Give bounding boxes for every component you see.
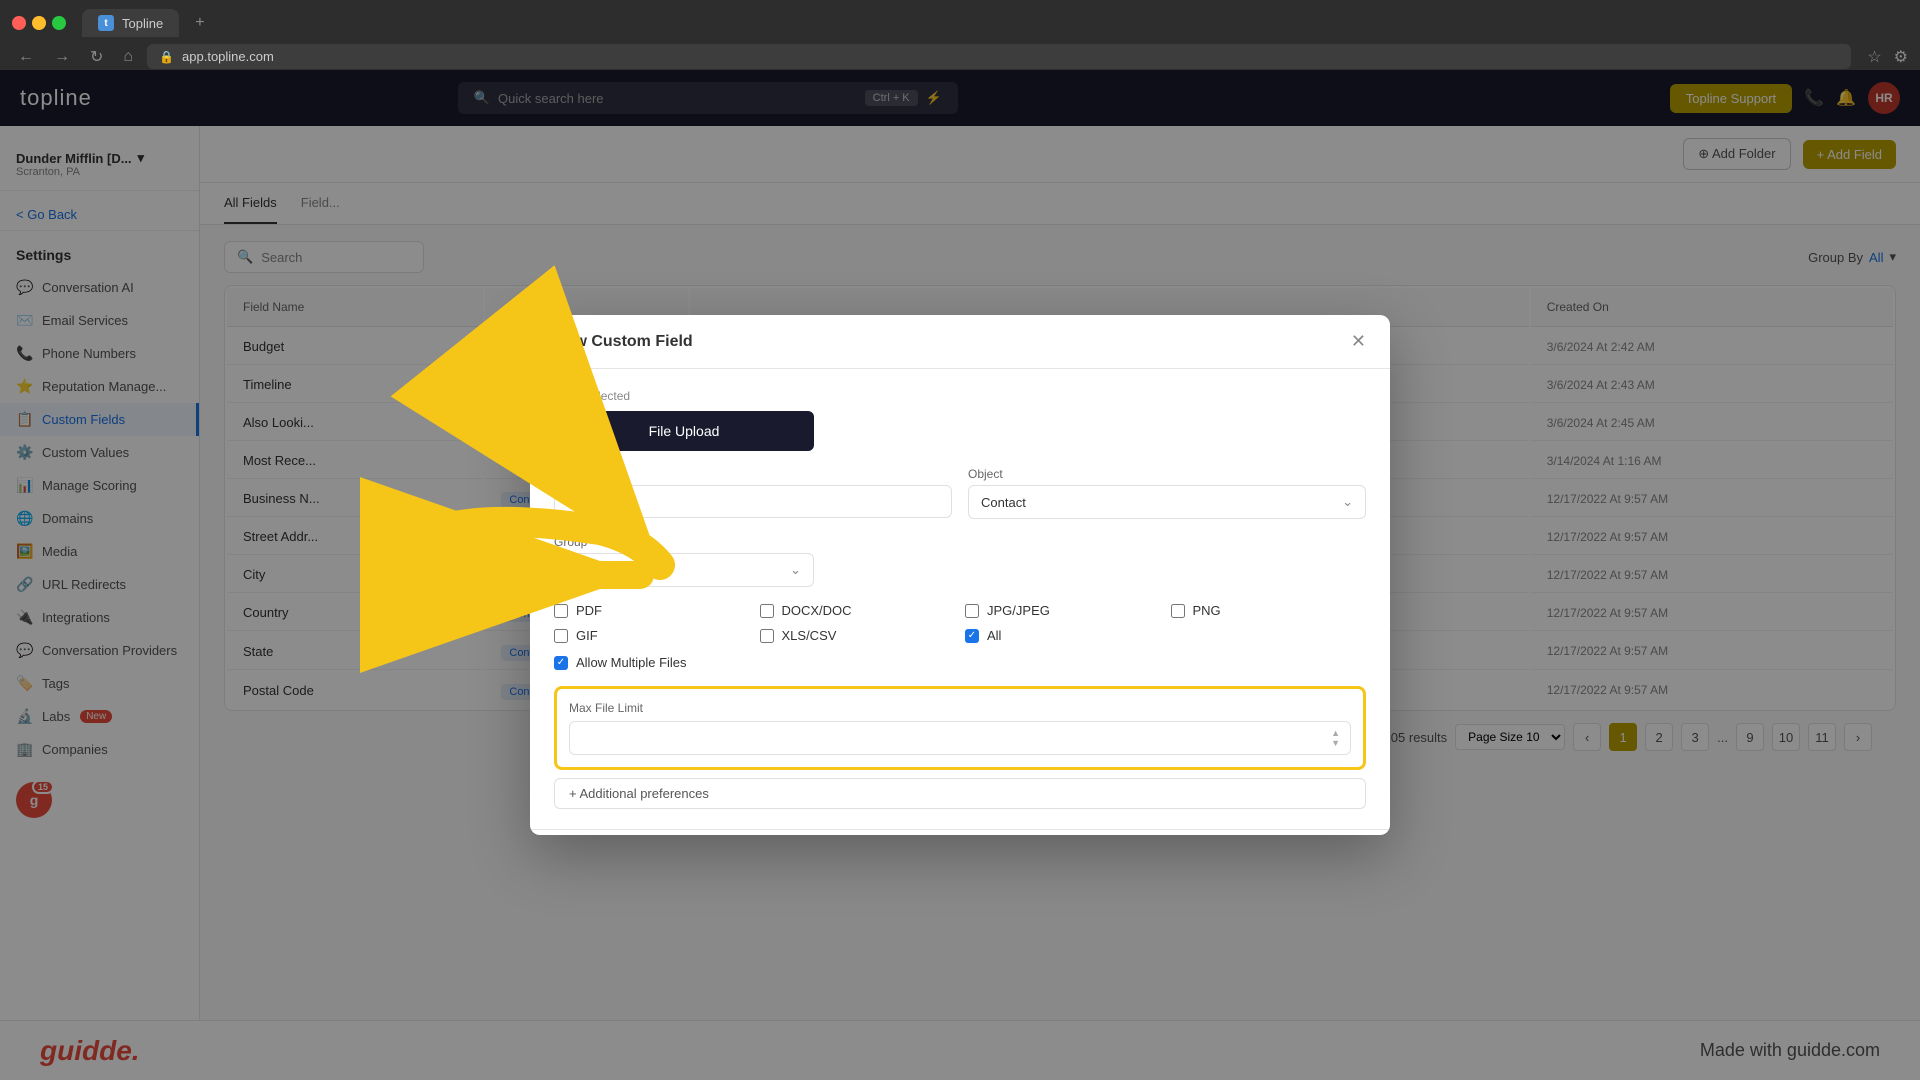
pdf-label: PDF xyxy=(576,603,602,618)
stepper-arrows[interactable]: ▲ ▼ xyxy=(1331,728,1340,748)
group-label: Group xyxy=(554,535,814,549)
checkbox-gif[interactable]: GIF xyxy=(554,628,750,643)
file-type-checkboxes: PDF DOCX/DOC JPG/JPEG PNG GIF xyxy=(554,603,1366,643)
chevron-down-icon: ⌄ xyxy=(1342,494,1353,510)
allow-multiple-label: Allow Multiple Files xyxy=(576,655,687,670)
group-select[interactable]: Additional Inf... ⌄ xyxy=(554,553,814,587)
modal-title: New Custom Field xyxy=(554,333,693,351)
group-group: Group Additional Inf... ⌄ xyxy=(554,535,814,587)
home-button[interactable]: ⌂ xyxy=(117,46,139,68)
modal-footer: Back Save xyxy=(530,829,1390,835)
modal-body: Field Selected File Upload Name Object C… xyxy=(530,369,1390,829)
gif-checkbox[interactable] xyxy=(554,629,568,643)
object-select[interactable]: Contact ⌄ xyxy=(968,485,1366,519)
traffic-light-yellow[interactable] xyxy=(32,16,46,30)
checkbox-docx[interactable]: DOCX/DOC xyxy=(760,603,956,618)
pdf-checkbox[interactable] xyxy=(554,604,568,618)
new-tab-button[interactable]: + xyxy=(187,8,212,38)
chevron-down-icon: ⌄ xyxy=(790,562,801,578)
tab-favicon: t xyxy=(98,15,114,31)
field-selected-label: Field Selected xyxy=(554,389,1366,403)
url-text: app.topline.com xyxy=(182,49,274,64)
back-button[interactable]: ← xyxy=(12,46,40,68)
traffic-light-red[interactable] xyxy=(12,16,26,30)
allow-multiple-row: ✓ Allow Multiple Files xyxy=(554,655,1366,670)
name-object-row: Name Object Contact ⌄ xyxy=(554,467,1366,519)
forward-button[interactable]: → xyxy=(48,46,76,68)
jpg-checkbox[interactable] xyxy=(965,604,979,618)
xls-checkbox[interactable] xyxy=(760,629,774,643)
checkbox-pdf[interactable]: PDF xyxy=(554,603,750,618)
tab-title: Topline xyxy=(122,16,163,31)
max-file-limit-input[interactable] xyxy=(580,731,1331,746)
checkbox-all[interactable]: ✓ All xyxy=(965,628,1161,643)
checkbox-png[interactable]: PNG xyxy=(1171,603,1367,618)
png-checkbox[interactable] xyxy=(1171,604,1185,618)
new-custom-field-modal: New Custom Field ✕ Field Selected File U… xyxy=(530,315,1390,835)
allow-multiple-checkbox[interactable]: ✓ xyxy=(554,656,568,670)
modal-overlay: New Custom Field ✕ Field Selected File U… xyxy=(0,70,1920,1080)
jpg-label: JPG/JPEG xyxy=(987,603,1050,618)
bookmark-icon[interactable]: ☆ xyxy=(1867,47,1881,67)
checkbox-jpg[interactable]: JPG/JPEG xyxy=(965,603,1161,618)
additional-preferences-button[interactable]: + Additional preferences xyxy=(554,778,1366,809)
name-group: Name xyxy=(554,467,952,519)
file-upload-button[interactable]: File Upload xyxy=(554,411,814,451)
name-label: Name xyxy=(554,467,952,481)
modal-close-button[interactable]: ✕ xyxy=(1351,331,1366,352)
max-file-limit-label: Max File Limit xyxy=(569,701,1351,715)
extensions-icon[interactable]: ⚙ xyxy=(1894,47,1908,67)
lock-icon: 🔒 xyxy=(159,50,174,64)
address-bar[interactable]: 🔒 app.topline.com xyxy=(147,44,1851,69)
reload-button[interactable]: ↻ xyxy=(84,45,109,69)
max-file-limit-box: Max File Limit ▲ ▼ xyxy=(554,686,1366,770)
docx-checkbox[interactable] xyxy=(760,604,774,618)
object-value: Contact xyxy=(981,495,1026,510)
name-input[interactable] xyxy=(554,485,952,518)
docx-label: DOCX/DOC xyxy=(782,603,852,618)
checkbox-xls[interactable]: XLS/CSV xyxy=(760,628,956,643)
object-group: Object Contact ⌄ xyxy=(968,467,1366,519)
traffic-light-green[interactable] xyxy=(52,16,66,30)
group-row: Group Additional Inf... ⌄ xyxy=(554,535,1366,587)
modal-header: New Custom Field ✕ xyxy=(530,315,1390,369)
all-label: All xyxy=(987,628,1001,643)
group-value: Additional Inf... xyxy=(567,563,653,578)
object-label: Object xyxy=(968,467,1366,481)
gif-label: GIF xyxy=(576,628,598,643)
xls-label: XLS/CSV xyxy=(782,628,837,643)
png-label: PNG xyxy=(1193,603,1221,618)
all-checkbox-checked: ✓ xyxy=(965,629,979,643)
browser-tab[interactable]: t Topline xyxy=(82,9,179,37)
